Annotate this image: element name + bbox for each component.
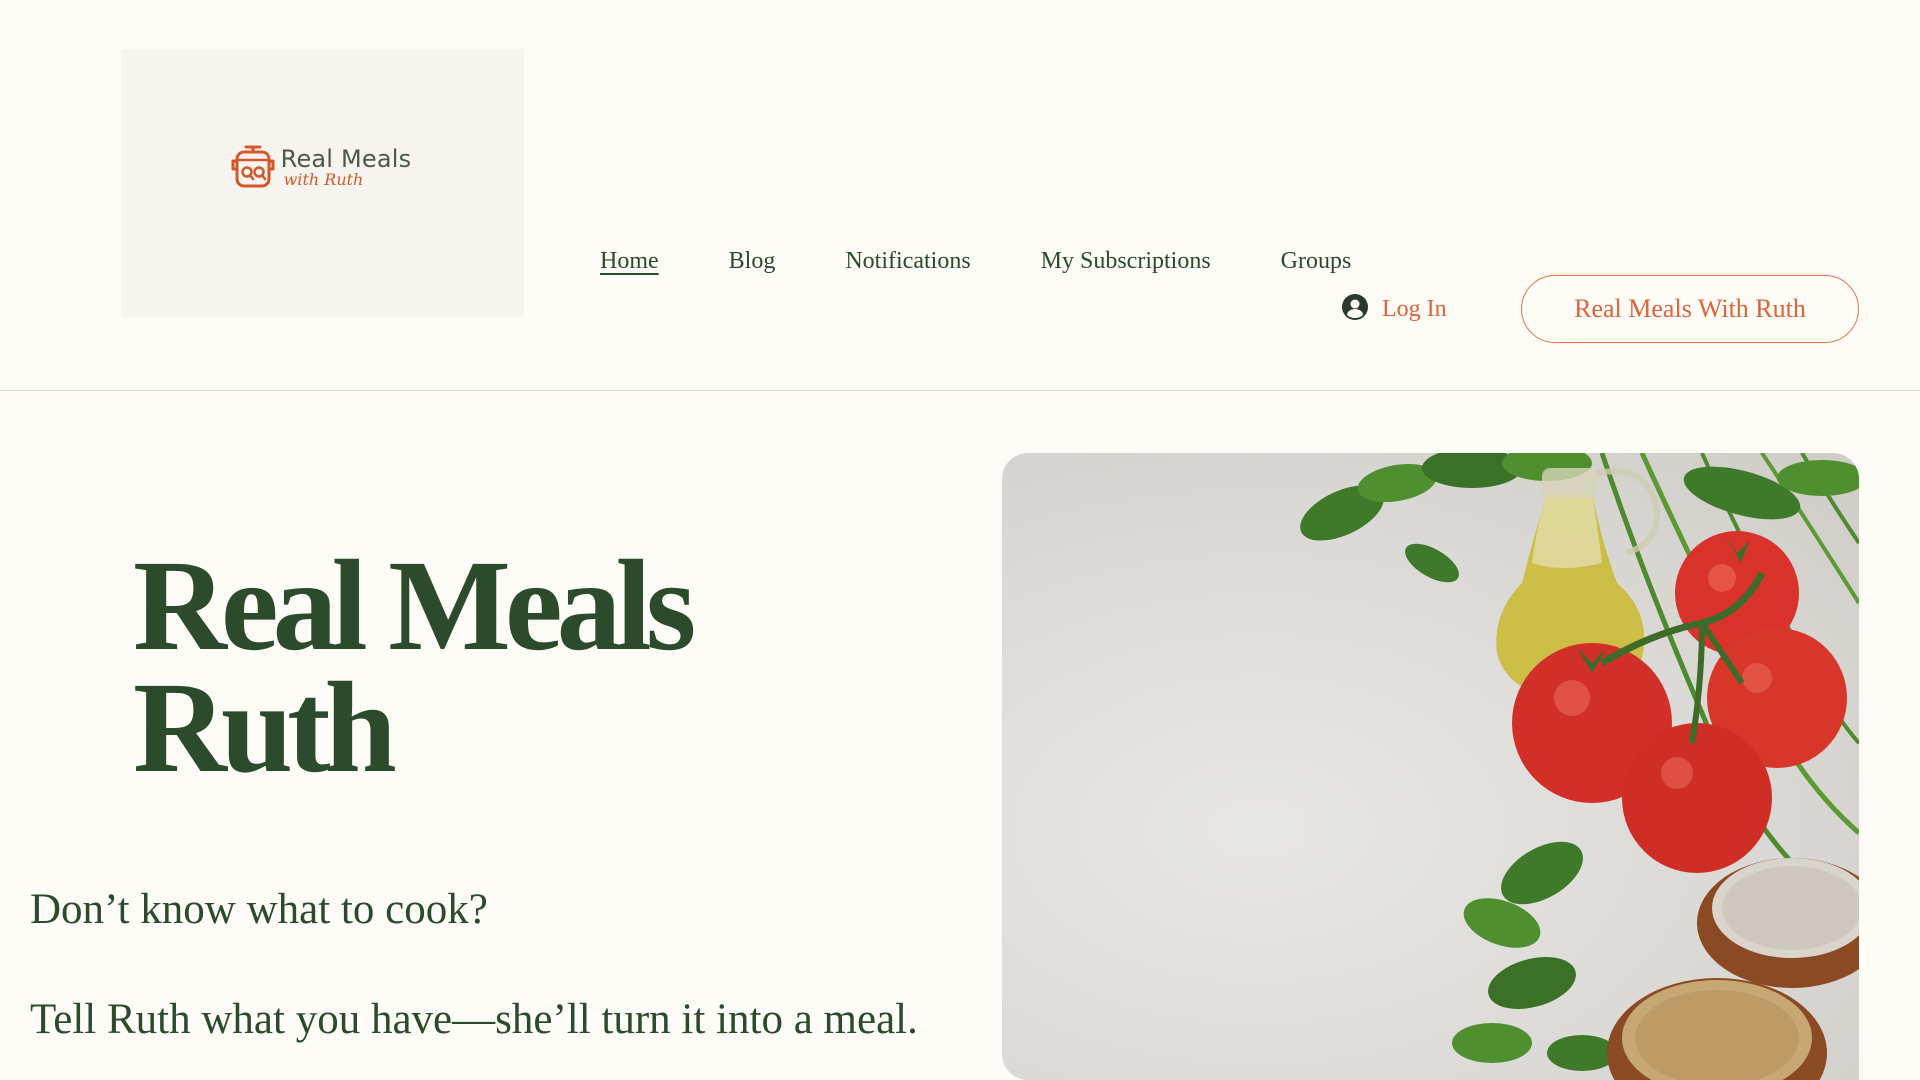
site-header: Real Meals with Ruth Home Blog Notificat… [0, 0, 1920, 391]
nav-item-my-subscriptions[interactable]: My Subscriptions [1041, 248, 1211, 275]
hero-tagline: Tell Ruth what you have—she’ll turn it i… [30, 996, 918, 1043]
cooking-pot-icon [231, 141, 275, 194]
logo-title: Real Meals [280, 145, 412, 173]
hero-title-line2: Ruth [133, 656, 397, 800]
logo-subtitle: with Ruth [283, 170, 364, 189]
nav-item-home[interactable]: Home [600, 248, 659, 275]
hero-title: Real Meals Ruth [133, 541, 696, 793]
login-button[interactable]: Log In [1342, 294, 1447, 325]
hero-food-image [1002, 453, 1859, 1080]
nav-item-groups[interactable]: Groups [1281, 248, 1352, 275]
grain-bowls [1607, 858, 1859, 1080]
login-label: Log In [1382, 296, 1447, 322]
hero-question: Don’t know what to cook? [30, 886, 488, 933]
user-avatar-icon [1342, 294, 1368, 325]
main-nav: Home Blog Notifications My Subscriptions… [600, 248, 1421, 275]
nav-item-blog[interactable]: Blog [729, 248, 776, 275]
real-meals-with-ruth-button[interactable]: Real Meals With Ruth [1521, 275, 1859, 343]
nav-item-notifications[interactable]: Notifications [845, 248, 970, 275]
logo[interactable]: Real Meals with Ruth [231, 141, 412, 194]
logo-container[interactable]: Real Meals with Ruth [121, 49, 524, 317]
parsley-bottom [1452, 841, 1617, 1071]
